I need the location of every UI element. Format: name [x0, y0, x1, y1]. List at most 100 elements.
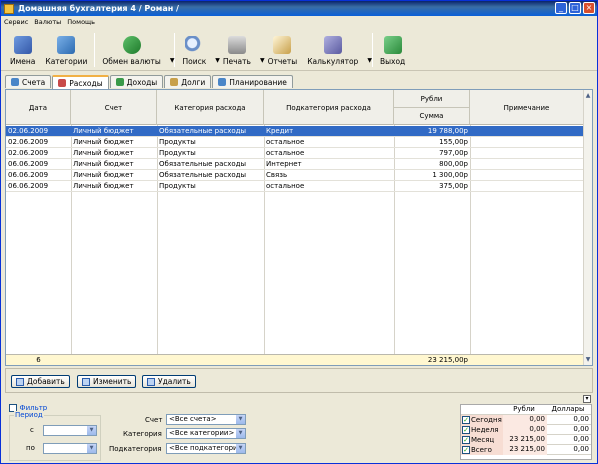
scroll-down-icon[interactable]: ▼	[584, 355, 592, 364]
chevron-down-icon[interactable]: ▼	[236, 415, 245, 424]
toolbar-separator	[174, 33, 176, 67]
tab-expenses[interactable]: Расходы	[52, 75, 109, 89]
chevron-down-icon[interactable]: ▼	[215, 57, 220, 64]
grid-footer: 6 23 215,00р	[6, 354, 584, 365]
collapse-icon[interactable]: ▾	[583, 395, 591, 403]
summary-label[interactable]: Месяц	[461, 435, 503, 445]
table-row[interactable]: 06.06.2009 Личный бюджет Обязательные ра…	[6, 159, 584, 170]
summary-usd: 0,00	[573, 415, 589, 423]
grid-header: Дата Счет Категория расхода Подкатегория…	[6, 90, 584, 125]
search-button[interactable]: Поиск	[179, 31, 209, 68]
tab-planning[interactable]: Планирование	[212, 75, 293, 88]
reports-button[interactable]: Отчеты	[265, 31, 301, 68]
summary-label[interactable]: Сегодня	[461, 415, 503, 425]
table-row[interactable]: 02.06.2009 Личный бюджет Продукты осталь…	[6, 148, 584, 159]
close-button[interactable]: ×	[583, 2, 595, 14]
cell-category: Обязательные расходы	[159, 160, 247, 168]
summary-header: Рубли Доллары	[461, 405, 591, 415]
header-date[interactable]: Дата	[6, 90, 71, 125]
menu-currencies[interactable]: Валюты	[34, 18, 61, 26]
summary-table: Рубли Доллары Сегодня 0,00 0,00 Неделя 0…	[460, 404, 592, 460]
delete-button[interactable]: Удалить	[142, 375, 196, 388]
search-icon	[185, 36, 204, 54]
chevron-down-icon[interactable]: ▼	[367, 57, 372, 64]
table-row[interactable]: 02.06.2009 Личный бюджет Обязательные ра…	[6, 126, 584, 137]
window-title: Домашняя бухгалтерия 4 / Роман /	[18, 4, 179, 13]
tab-accounts[interactable]: Счета	[5, 75, 52, 88]
title-bar: Домашняя бухгалтерия 4 / Роман / _ □ ×	[1, 1, 597, 16]
delete-icon	[147, 377, 155, 386]
table-row[interactable]: 06.06.2009 Личный бюджет Продукты осталь…	[6, 181, 584, 192]
chevron-down-icon[interactable]: ▼	[236, 444, 245, 453]
add-button[interactable]: Добавить	[11, 375, 70, 388]
menu-help[interactable]: Помощь	[67, 18, 95, 26]
categories-button[interactable]: Категории	[42, 31, 90, 68]
date-from-select[interactable]: ▼	[43, 425, 97, 436]
print-button[interactable]: Печать	[220, 31, 254, 68]
categories-icon	[57, 36, 76, 54]
summary-label[interactable]: Всего	[461, 445, 503, 455]
to-label: по	[26, 444, 35, 452]
summary-col-rub: Рубли	[513, 405, 535, 413]
minimize-button[interactable]: _	[555, 2, 567, 14]
cell-subcategory: остальное	[266, 138, 305, 146]
exit-icon	[383, 36, 402, 54]
cell-sum: 797,00р	[439, 149, 468, 157]
currency-exchange-icon	[122, 36, 141, 54]
header-currency: Рубли	[394, 90, 470, 107]
table-row[interactable]: 06.06.2009 Личный бюджет Обязательные ра…	[6, 170, 584, 181]
cell-subcategory: остальное	[266, 182, 305, 190]
filter-panel: Фильтр Период с ▼ по ▼ Счет <Все счета> …	[5, 403, 445, 461]
header-note[interactable]: Примечание	[470, 90, 584, 125]
cell-category: Продукты	[159, 182, 196, 190]
exit-button[interactable]: Выход	[377, 31, 408, 68]
accounts-icon	[11, 78, 19, 86]
cell-category: Продукты	[159, 138, 196, 146]
category-filter-select[interactable]: <Все категории> ▼	[166, 428, 246, 439]
scroll-up-icon[interactable]: ▲	[584, 91, 592, 100]
calculator-icon	[323, 36, 342, 54]
footer-total: 23 215,00р	[427, 356, 468, 364]
header-category[interactable]: Категория расхода	[157, 90, 264, 125]
vertical-scrollbar[interactable]: ▲ ▼	[583, 90, 592, 365]
menu-bar: Сервис Валюты Помощь	[1, 16, 597, 28]
chevron-down-icon[interactable]: ▼	[87, 444, 96, 453]
summary-label[interactable]: Неделя	[461, 425, 503, 435]
header-account[interactable]: Счет	[71, 90, 157, 125]
chevron-down-icon[interactable]: ▼	[260, 57, 265, 64]
currency-exchange-button[interactable]: Обмен валюты	[99, 31, 164, 68]
chevron-down-icon[interactable]: ▼	[170, 57, 175, 64]
cell-sum: 19 788,00р	[427, 127, 468, 135]
summary-row: Месяц 23 215,00 0,00	[461, 435, 591, 445]
summary-checkbox[interactable]	[462, 436, 470, 444]
summary-row: Всего 23 215,00 0,00	[461, 445, 591, 455]
tab-debts[interactable]: Долги	[164, 75, 212, 88]
account-filter-select[interactable]: <Все счета> ▼	[166, 414, 246, 425]
action-bar: Добавить Изменить Удалить	[5, 368, 593, 393]
header-sum[interactable]: Сумма	[394, 107, 470, 124]
calculator-button[interactable]: Калькулятор	[304, 31, 361, 68]
header-subcategory[interactable]: Подкатегория расхода	[264, 90, 394, 125]
summary-checkbox[interactable]	[462, 446, 470, 454]
cell-sum: 1 300,00р	[432, 171, 468, 179]
toolbar-separator	[371, 33, 373, 67]
summary-checkbox[interactable]	[462, 426, 470, 434]
debts-icon	[170, 78, 179, 86]
edit-button[interactable]: Изменить	[77, 375, 137, 388]
tab-income[interactable]: Доходы	[109, 75, 164, 88]
names-button[interactable]: Имена	[7, 31, 38, 68]
cell-sum: 800,00р	[439, 160, 468, 168]
maximize-button[interactable]: □	[569, 2, 581, 14]
table-row[interactable]: 02.06.2009 Личный бюджет Продукты осталь…	[6, 137, 584, 148]
summary-checkbox[interactable]	[462, 416, 470, 424]
date-to-select[interactable]: ▼	[43, 443, 97, 454]
subcategory-filter-select[interactable]: <Все подкатегори ▼	[166, 443, 246, 454]
subcategory-filter-label: Подкатегория	[109, 445, 162, 453]
summary-row: Неделя 0,00 0,00	[461, 425, 591, 435]
chevron-down-icon[interactable]: ▼	[87, 426, 96, 435]
printer-icon	[227, 36, 246, 54]
app-icon	[4, 3, 14, 14]
chevron-down-icon[interactable]: ▼	[236, 429, 245, 438]
people-icon	[13, 36, 32, 54]
menu-service[interactable]: Сервис	[4, 18, 28, 26]
